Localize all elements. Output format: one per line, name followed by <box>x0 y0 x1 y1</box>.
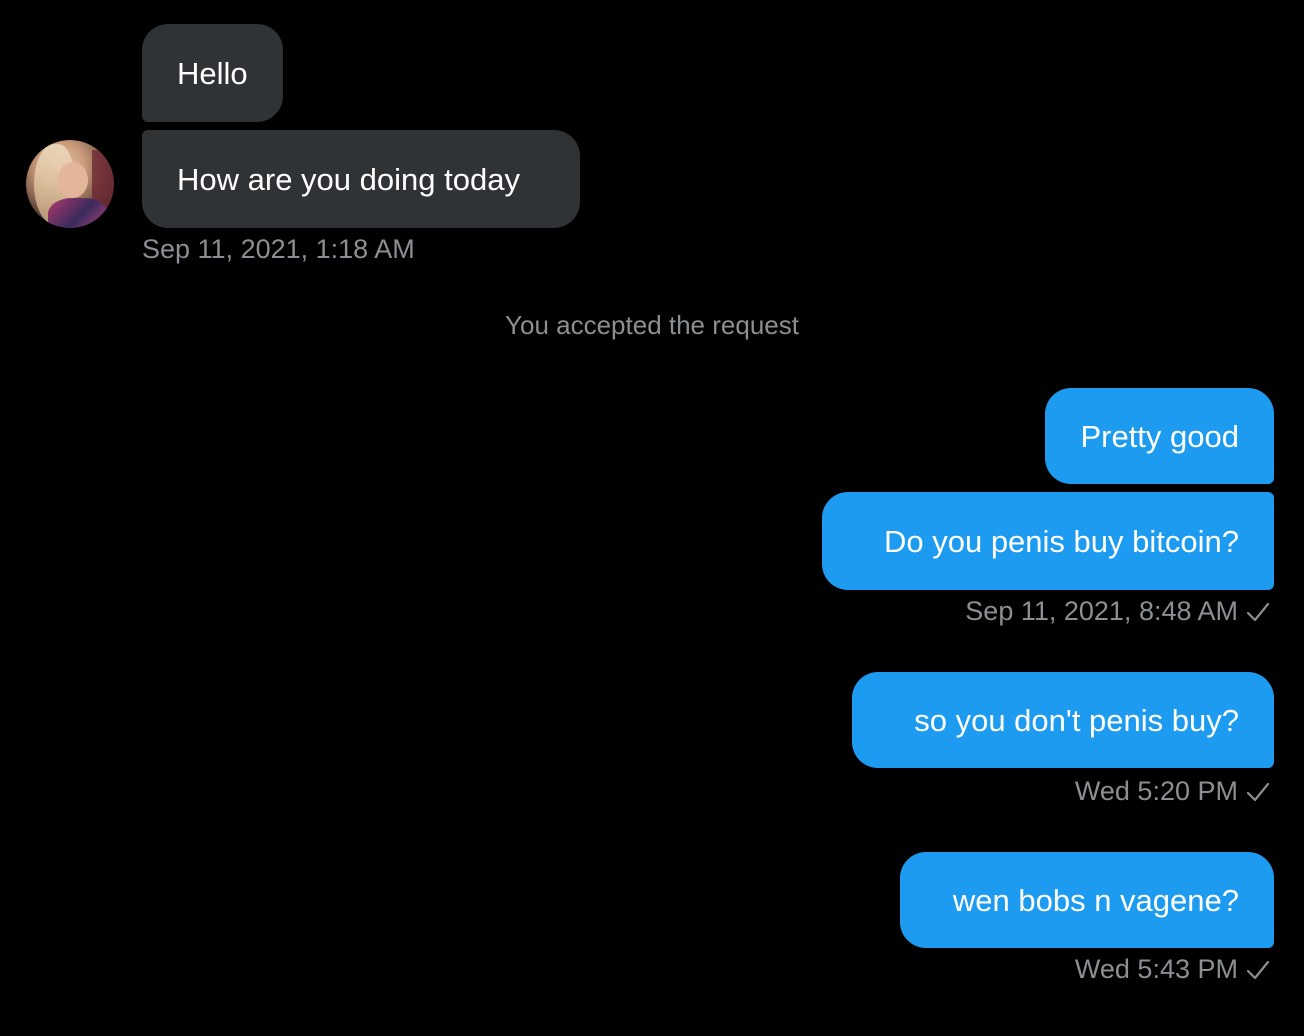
avatar-clothing <box>48 198 108 228</box>
message-text: Do you penis buy bitcoin? <box>883 523 1239 559</box>
incoming-timestamp: Sep 11, 2021, 1:18 AM <box>142 234 415 264</box>
message-text: How are you doing today <box>177 161 520 197</box>
timestamp-text: Wed 5:43 PM <box>1074 954 1238 984</box>
outgoing-timestamp: Wed 5:43 PM <box>1075 956 1272 983</box>
timestamp-text: Wed 5:20 PM <box>1074 776 1238 806</box>
outgoing-message[interactable]: Pretty good <box>1045 388 1274 484</box>
outgoing-message[interactable]: Do you penis buy bitcoin? <box>822 492 1274 590</box>
contact-avatar[interactable] <box>26 140 114 228</box>
message-text: so you don't penis buy? <box>914 702 1239 738</box>
incoming-message[interactable]: How are you doing today <box>142 130 580 228</box>
message-text: Hello <box>177 55 248 91</box>
check-icon <box>1246 960 1270 979</box>
timestamp-text: Sep 11, 2021, 8:48 AM <box>965 596 1238 626</box>
system-message: You accepted the request <box>505 310 799 340</box>
outgoing-message[interactable]: so you don't penis buy? <box>852 672 1274 768</box>
outgoing-message[interactable]: wen bobs n vagene? <box>900 852 1274 948</box>
message-text: Pretty good <box>1080 418 1239 454</box>
check-icon <box>1246 602 1270 621</box>
outgoing-timestamp: Sep 11, 2021, 8:48 AM <box>965 598 1272 625</box>
message-text: wen bobs n vagene? <box>952 882 1239 918</box>
avatar-face <box>58 162 88 198</box>
outgoing-timestamp: Wed 5:20 PM <box>1075 778 1272 805</box>
incoming-message[interactable]: Hello <box>142 24 283 122</box>
check-icon <box>1246 782 1270 801</box>
